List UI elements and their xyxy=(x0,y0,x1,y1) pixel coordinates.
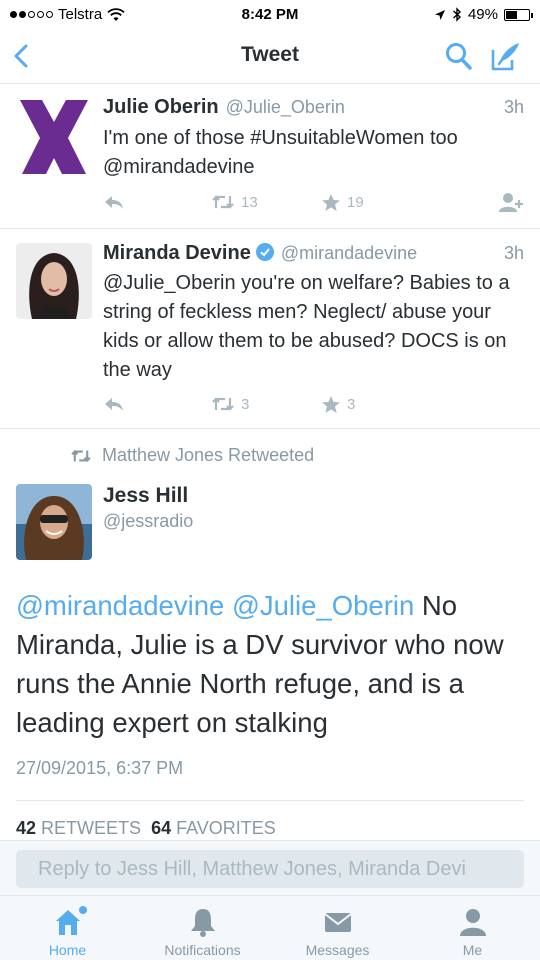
reply-button[interactable] xyxy=(103,193,211,211)
location-arrow-icon xyxy=(434,9,445,20)
tweet-stats: 42 RETWEETS 64 FAVORITES xyxy=(16,818,276,839)
author-handle[interactable]: @Julie_Oberin xyxy=(226,97,345,118)
tweet-actions: 13 19 xyxy=(103,190,524,214)
avatar-photo xyxy=(16,484,92,560)
avatar[interactable] xyxy=(16,484,92,560)
battery-icon xyxy=(504,8,533,21)
tab-bar: Home Notifications Messages Me xyxy=(0,895,540,960)
tweet-actions: 3 3 xyxy=(103,392,524,416)
home-icon xyxy=(51,906,87,938)
battery-fill xyxy=(506,10,517,19)
retweet-context: Matthew Jones Retweeted xyxy=(70,445,314,466)
tweet-header: Julie Oberin @Julie_Oberin 3h xyxy=(103,96,524,122)
star-icon xyxy=(322,395,340,413)
mention-link[interactable]: @mirandadevine xyxy=(16,590,224,621)
battery-percent: 49% xyxy=(467,6,498,23)
tweet-item[interactable]: Miranda Devine @mirandadevine 3h @Julie_… xyxy=(0,229,540,429)
avatar-photo xyxy=(16,243,92,319)
tab-notifications[interactable]: Notifications xyxy=(135,896,270,960)
tweet-time: 3h xyxy=(503,243,524,263)
tab-label: Home xyxy=(48,942,87,958)
tab-label: Messages xyxy=(305,942,370,958)
star-icon xyxy=(322,193,340,211)
tweet-text: @Julie_Oberin you're on welfare? Babies … xyxy=(103,272,510,381)
retweet-count: 13 xyxy=(241,193,258,211)
retweet-icon xyxy=(71,449,91,462)
avatar-logo-icon xyxy=(16,98,92,174)
tab-label: Notifications xyxy=(164,942,241,958)
avatar[interactable] xyxy=(16,98,92,174)
avatar[interactable] xyxy=(16,243,92,319)
tweet-text: I'm one of those #UnsuitableWomen too @m… xyxy=(103,127,458,178)
retweet-label[interactable]: RETWEETS xyxy=(41,818,141,838)
verified-badge-icon xyxy=(255,243,274,261)
retweet-button[interactable]: 13 xyxy=(211,193,321,211)
reply-input[interactable]: Reply to Jess Hill, Matthew Jones, Miran… xyxy=(16,850,524,888)
retweet-button[interactable]: 3 xyxy=(211,395,321,413)
retweet-context-label: Matthew Jones Retweeted xyxy=(102,445,315,465)
author-name[interactable]: Miranda Devine xyxy=(103,242,251,265)
main-tweet-text: @mirandadevine @Julie_Oberin No Miranda,… xyxy=(16,586,524,742)
retweet-count[interactable]: 42 xyxy=(16,818,36,838)
status-right: 49% xyxy=(434,6,533,23)
tweet-time: 3h xyxy=(503,97,524,117)
retweet-icon xyxy=(212,397,234,411)
favorite-button[interactable]: 3 xyxy=(321,395,355,414)
tab-home[interactable]: Home xyxy=(0,896,135,960)
author-handle[interactable]: @mirandadevine xyxy=(281,243,417,264)
author-handle[interactable]: @jessradio xyxy=(103,511,193,532)
envelope-icon xyxy=(321,906,355,938)
notification-dot xyxy=(78,906,87,914)
favorite-count[interactable]: 64 xyxy=(151,818,171,838)
mention-link[interactable]: @Julie_Oberin xyxy=(232,590,414,621)
reply-bar: Reply to Jess Hill, Matthew Jones, Miran… xyxy=(0,840,540,895)
favorite-count: 3 xyxy=(347,395,356,413)
nav-bar: Tweet xyxy=(0,30,540,84)
follow-user-icon[interactable] xyxy=(498,192,524,212)
bell-icon xyxy=(186,906,220,938)
divider xyxy=(16,800,524,801)
favorite-count: 19 xyxy=(347,193,364,211)
retweet-icon xyxy=(212,195,234,209)
favorite-button[interactable]: 19 xyxy=(321,193,364,212)
tab-messages[interactable]: Messages xyxy=(270,896,405,960)
compose-icon[interactable] xyxy=(490,40,522,72)
reply-icon xyxy=(105,196,123,209)
search-icon[interactable] xyxy=(444,40,474,72)
author-name[interactable]: Jess Hill xyxy=(103,484,188,508)
tab-me[interactable]: Me xyxy=(405,896,540,960)
reply-button[interactable] xyxy=(103,395,211,413)
author-name[interactable]: Julie Oberin xyxy=(103,96,219,119)
tweet-timestamp: 27/09/2015, 6:37 PM xyxy=(16,758,184,778)
tweet-item[interactable]: Julie Oberin @Julie_Oberin 3h I'm one of… xyxy=(0,84,540,229)
reply-icon xyxy=(105,398,123,411)
status-bar: Telstra 8:42 PM 49% xyxy=(0,0,540,30)
bluetooth-icon xyxy=(452,7,461,22)
retweet-count: 3 xyxy=(241,395,250,413)
tweet-header: Miranda Devine @mirandadevine 3h xyxy=(103,241,524,267)
person-icon xyxy=(456,906,490,938)
favorite-label[interactable]: FAVORITES xyxy=(176,818,276,838)
tab-label: Me xyxy=(462,942,483,958)
